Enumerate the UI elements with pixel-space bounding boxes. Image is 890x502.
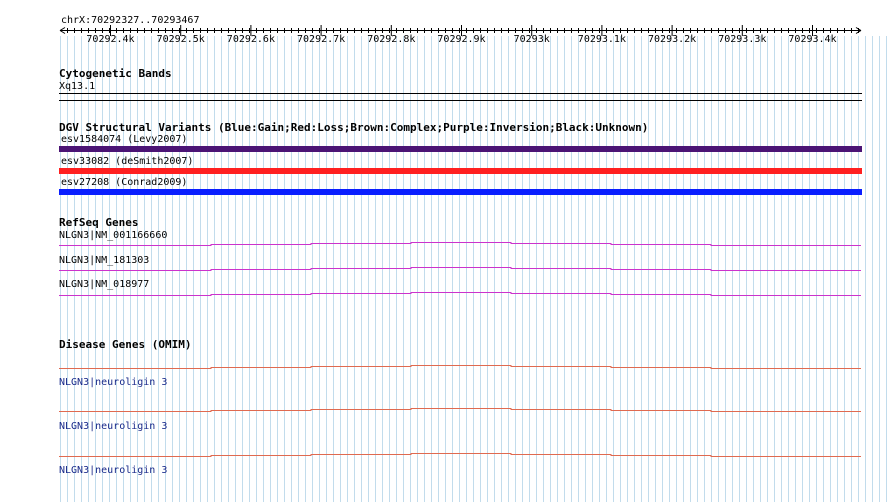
ruler-tick-label: 70292.8k: [367, 34, 416, 45]
cytoband-label[interactable]: Xq13.1: [59, 81, 95, 92]
omim-track-title: Disease Genes (OMIM): [59, 338, 192, 351]
variant-bar[interactable]: [59, 189, 862, 195]
variant-bar[interactable]: [59, 146, 862, 152]
ruler-tick-label: 70293k: [513, 34, 550, 45]
omim-gene-label[interactable]: NLGN3|neuroligin 3: [59, 465, 167, 476]
ruler-tick-label: 70292.9k: [437, 34, 486, 45]
variant-label[interactable]: esv1584074 (Levy2007): [61, 134, 187, 145]
variant-label[interactable]: esv27208 (Conrad2009): [61, 177, 187, 188]
omim-gene-label[interactable]: NLGN3|neuroligin 3: [59, 421, 167, 432]
gene-label[interactable]: NLGN3|NM_001166660: [59, 230, 167, 241]
variant-bar[interactable]: [59, 168, 862, 174]
ruler-tick-label: 70293.1k: [577, 34, 626, 45]
ruler-tick-label: 70293.4k: [788, 34, 837, 45]
refseq-track-title: RefSeq Genes: [59, 216, 139, 229]
ruler-tick-label: 70292.5k: [156, 34, 205, 45]
gene-label[interactable]: NLGN3|NM_181303: [59, 255, 149, 266]
cytoband-track-title: Cytogenetic Bands: [59, 67, 172, 80]
gene-label[interactable]: NLGN3|NM_018977: [59, 279, 149, 290]
ruler-tick-label: 70292.6k: [226, 34, 275, 45]
omim-gene-label[interactable]: NLGN3|neuroligin 3: [59, 377, 167, 388]
variant-label[interactable]: esv33082 (deSmith2007): [61, 156, 193, 167]
ruler-tick-label: 70293.2k: [648, 34, 697, 45]
ruler-tick-label: 70293.3k: [718, 34, 767, 45]
dgv-track-title: DGV Structural Variants (Blue:Gain;Red:L…: [59, 121, 649, 134]
cytoband-bottom-line: [59, 100, 862, 101]
cytoband-top-line: [59, 93, 862, 94]
ruler-tick-label: 70292.7k: [297, 34, 346, 45]
ruler-tick-label: 70292.4k: [86, 34, 135, 45]
